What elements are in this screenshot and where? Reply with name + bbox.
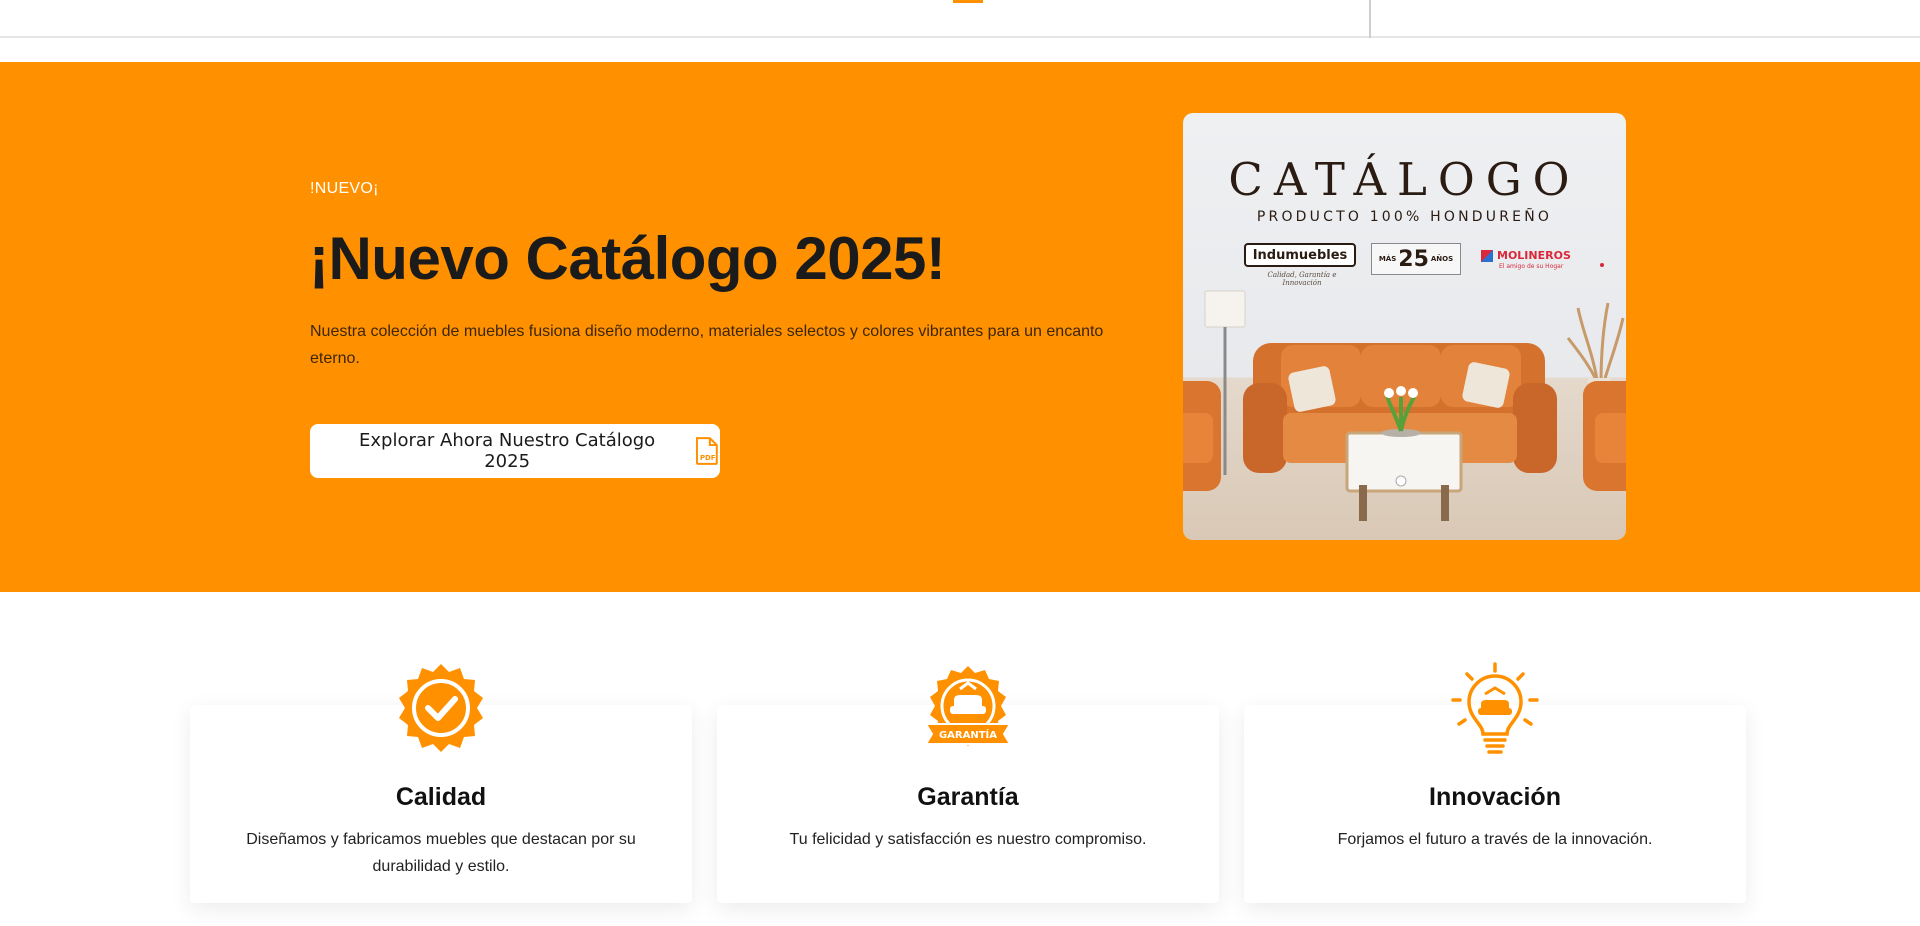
warranty-seal-icon: GARANTÍA — [924, 666, 1012, 746]
feature-card-innovation: Innovación Forjamos el futuro a través d… — [1244, 662, 1746, 903]
catalog-cover-subtitle: PRODUCTO 100% HONDUREÑO — [1256, 209, 1553, 225]
catalog-cover-image[interactable]: CATÁLOGO PRODUCTO 100% HONDUREÑO Indumue… — [1183, 113, 1626, 540]
twenty-five-years-logo: MÁS 25 AÑOS — [1371, 243, 1461, 275]
innovation-lightbulb-icon — [1451, 662, 1539, 754]
hero-description: Nuestra colección de muebles fusiona dis… — [310, 323, 1104, 367]
explore-catalog-button-label: Explorar Ahora Nuestro Catálogo 2025 — [359, 430, 656, 472]
years-prefix: MÁS — [1378, 255, 1397, 263]
navbar-divider — [1369, 0, 1371, 38]
molineros-logo: MOLINEROS — [1481, 249, 1571, 262]
catalog-cover-title: CATÁLOGO — [1228, 153, 1581, 206]
indumuebles-tagline: Calidad, Garantía e Innovación — [1267, 271, 1337, 287]
feature-card-warranty: GARANTÍA Garantía Tu felicidad y satisfa… — [717, 666, 1219, 903]
feature-card-quality: Calidad Diseñamos y fabricamos muebles q… — [190, 664, 692, 903]
pdf-file-icon: PDF — [696, 437, 719, 465]
feature-title: Garantía — [917, 783, 1019, 811]
molineros-mark-icon — [1481, 249, 1493, 262]
warranty-badge-text: GARANTÍA — [939, 728, 997, 741]
feature-text: Diseñamos y fabricamos muebles que desta… — [246, 831, 636, 875]
molineros-tagline: El amigo de su Hogar — [1499, 263, 1564, 270]
active-nav-indicator — [953, 0, 983, 3]
years-suffix: AÑOS — [1430, 255, 1454, 263]
feature-title: Calidad — [395, 783, 487, 811]
explore-catalog-button[interactable]: Explorar Ahora Nuestro Catálogo 2025 PDF — [310, 424, 720, 478]
quality-check-badge-icon — [399, 664, 483, 752]
years-number: 25 — [1398, 246, 1429, 272]
hero-tag: !NUEVO¡ — [310, 180, 379, 197]
molineros-logo-text: MOLINEROS — [1497, 249, 1571, 262]
top-navbar — [0, 0, 1920, 38]
feature-title: Innovación — [1429, 783, 1561, 811]
feature-text: Forjamos el futuro a través de la innova… — [1337, 831, 1653, 848]
indumuebles-logo: Indumuebles — [1244, 243, 1356, 267]
hero-section: !NUEVO¡ ¡Nuevo Catálogo 2025! Nuestra co… — [0, 62, 1920, 592]
hero-title: ¡Nuevo Catálogo 2025! — [309, 225, 946, 292]
indumuebles-logo-text: Indumuebles — [1252, 247, 1348, 263]
svg-text:PDF: PDF — [700, 454, 716, 462]
feature-text: Tu felicidad y satisfacción es nuestro c… — [789, 831, 1147, 848]
